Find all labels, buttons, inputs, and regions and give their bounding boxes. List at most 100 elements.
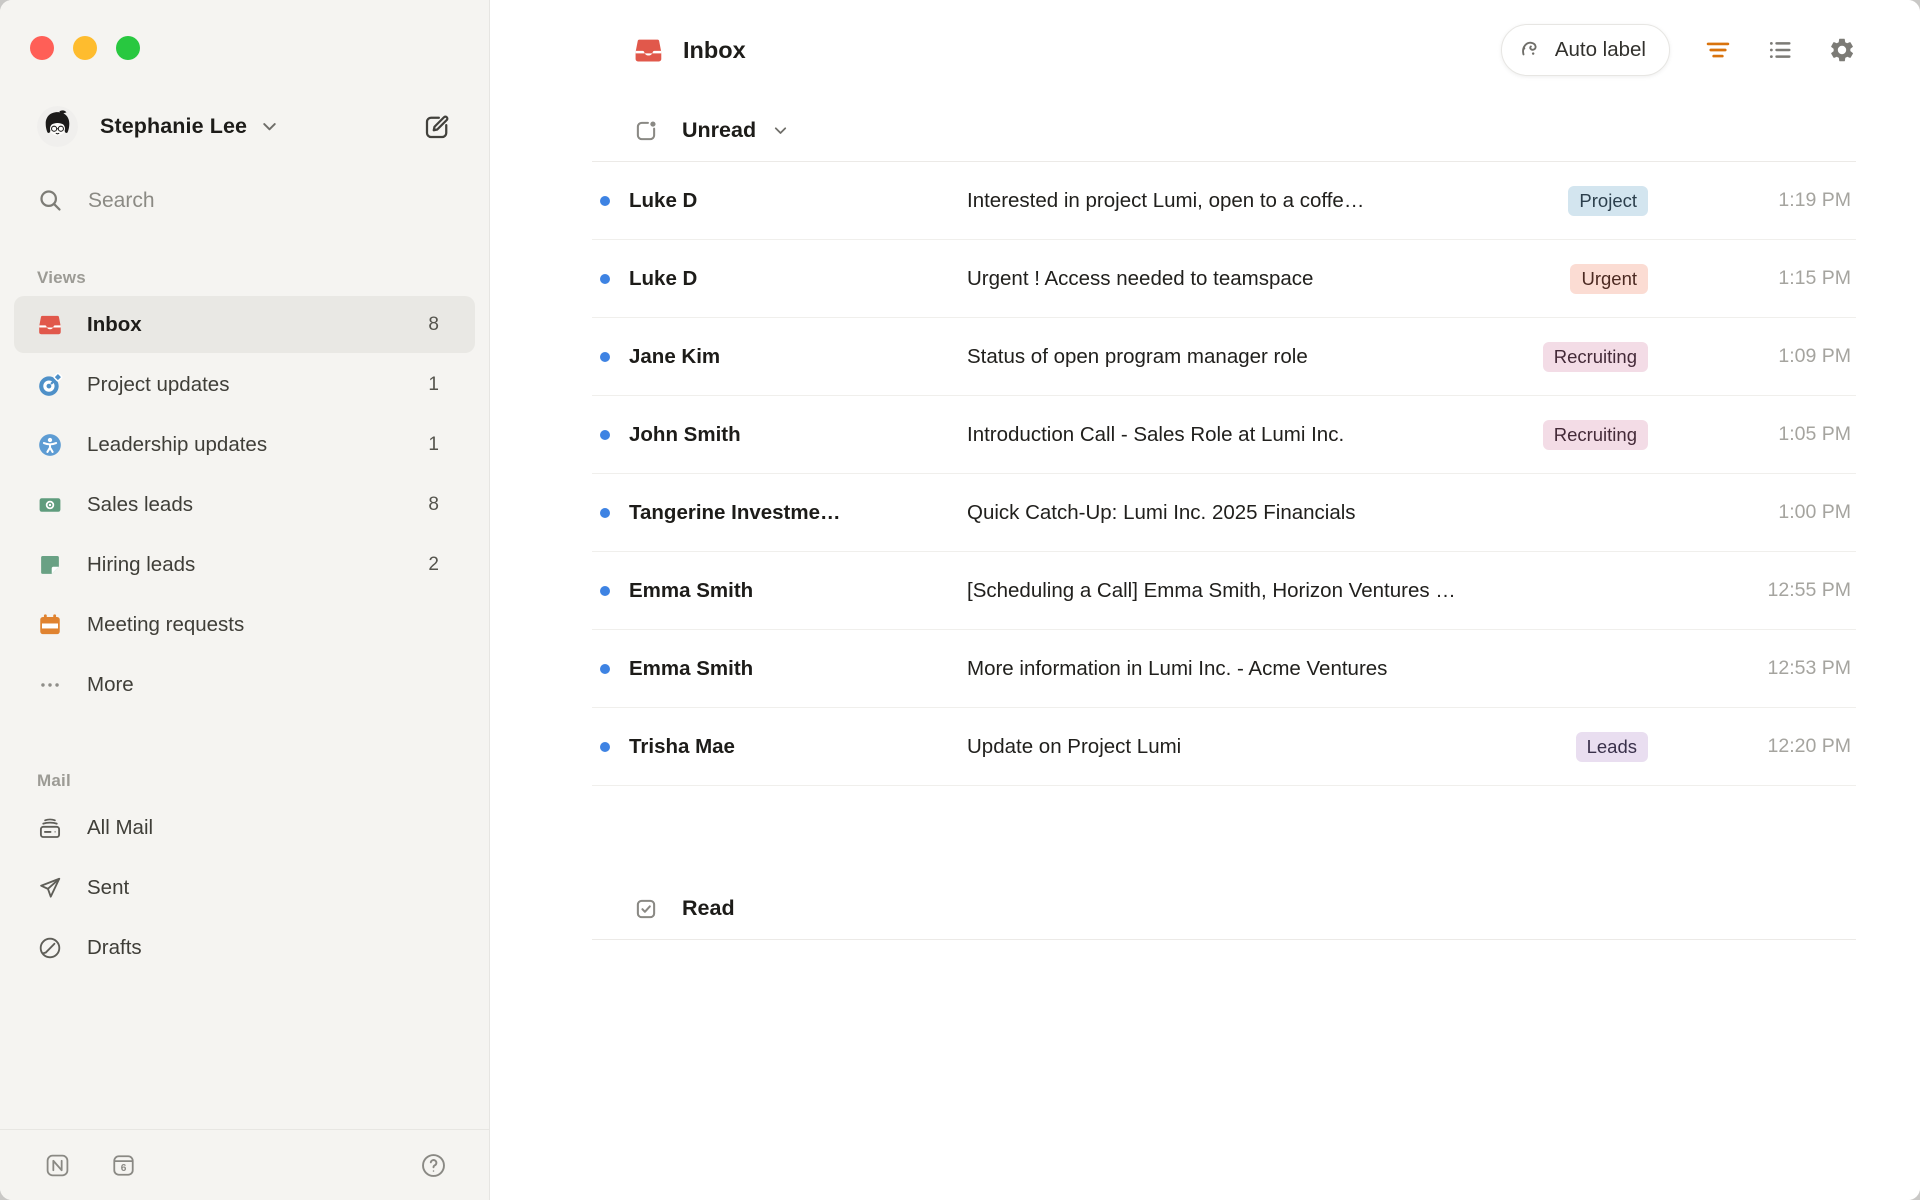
maximize-window-button[interactable] xyxy=(116,36,140,60)
compose-button[interactable] xyxy=(422,112,452,142)
email-row[interactable]: Tangerine Investme… Quick Catch-Up: Lumi … xyxy=(592,474,1856,552)
read-section-header[interactable]: Read xyxy=(592,878,1856,940)
email-time: 1:09 PM xyxy=(1778,345,1851,367)
email-tag-recruiting: Recruiting xyxy=(1542,341,1648,372)
email-time: 1:00 PM xyxy=(1778,501,1851,523)
unread-dot-icon xyxy=(600,195,610,206)
unread-count-badge: 1 xyxy=(428,373,439,395)
email-time: 1:15 PM xyxy=(1778,267,1851,289)
settings-gear-icon[interactable] xyxy=(1828,36,1856,64)
inbox-icon xyxy=(633,35,664,66)
auto-label-button[interactable]: Auto label xyxy=(1500,24,1670,76)
sidebar-item-more[interactable]: More xyxy=(14,656,475,713)
sidebar-item-label: Leadership updates xyxy=(87,432,268,456)
page-title: Inbox xyxy=(683,36,746,63)
unread-dot-icon xyxy=(600,273,610,284)
email-row[interactable]: Luke D Interested in project Lumi, open t… xyxy=(592,162,1856,240)
note-icon xyxy=(37,552,63,578)
email-row[interactable]: Emma Smith [Scheduling a Call] Emma Smith… xyxy=(592,552,1856,630)
sidebar-item-inbox[interactable]: Inbox 8 xyxy=(14,296,475,353)
sidebar-item-label: Meeting requests xyxy=(87,612,245,636)
unread-section-header[interactable]: Unread xyxy=(592,100,1856,162)
sidebar-item-label: Project updates xyxy=(87,372,230,396)
main-panel: Inbox Auto label Unread Luke D Interested… xyxy=(490,0,1920,1200)
sidebar-item-leadership-updates[interactable]: Leadership updates 1 xyxy=(14,416,475,473)
sidebar-item-label: Inbox xyxy=(87,312,142,336)
email-row[interactable]: Emma Smith More information in Lumi Inc. … xyxy=(592,630,1856,708)
chevron-down-icon xyxy=(259,116,280,137)
email-sender: Luke D xyxy=(629,266,698,290)
email-subject: Urgent ! Access needed to teamspace xyxy=(967,266,1314,290)
email-row[interactable]: Jane Kim Status of open program manager r… xyxy=(592,318,1856,396)
section-label-mail: Mail xyxy=(37,771,71,790)
sidebar-item-hiring-leads[interactable]: Hiring leads 2 xyxy=(14,536,475,593)
calendar-day-icon[interactable]: 6 xyxy=(110,1152,137,1179)
unread-count-badge: 8 xyxy=(428,493,439,515)
mail-app-window: Stephanie Lee Search Views Inbox 8 Project … xyxy=(0,0,1920,1200)
sidebar-item-sales-leads[interactable]: Sales leads 8 xyxy=(14,476,475,533)
email-subject: [Scheduling a Call] Emma Smith, Horizon … xyxy=(967,578,1456,602)
email-time: 12:55 PM xyxy=(1767,579,1851,601)
read-checkbox-icon xyxy=(633,896,659,922)
email-sender: Luke D xyxy=(629,188,698,212)
email-tag-leads: Leads xyxy=(1575,731,1648,762)
email-row[interactable]: John Smith Introduction Call - Sales Role… xyxy=(592,396,1856,474)
unread-dot-icon xyxy=(600,663,610,674)
sidebar-item-project-updates[interactable]: Project updates 1 xyxy=(14,356,475,413)
minimize-window-button[interactable] xyxy=(73,36,97,60)
sidebar: Stephanie Lee Search Views Inbox 8 Project … xyxy=(0,0,490,1200)
unread-icon xyxy=(633,118,659,144)
unread-dot-icon xyxy=(600,351,610,362)
email-row[interactable]: Trisha Mae Update on Project Lumi Leads 12:… xyxy=(592,708,1856,786)
sidebar-item-drafts[interactable]: Drafts xyxy=(14,919,475,976)
email-row[interactable]: Luke D Urgent ! Access needed to teamspac… xyxy=(592,240,1856,318)
filter-icon[interactable] xyxy=(1704,36,1732,64)
sidebar-footer: 6 xyxy=(0,1129,489,1200)
email-tag-project: Project xyxy=(1568,185,1648,216)
sidebar-item-label: Drafts xyxy=(87,935,142,959)
sidebar-item-meeting-requests[interactable]: Meeting requests xyxy=(14,596,475,653)
email-subject: Quick Catch-Up: Lumi Inc. 2025 Financial… xyxy=(967,500,1356,524)
sidebar-item-sent[interactable]: Sent xyxy=(14,859,475,916)
email-subject: More information in Lumi Inc. - Acme Ven… xyxy=(967,656,1388,680)
cash-icon xyxy=(37,492,63,518)
email-time: 12:53 PM xyxy=(1767,657,1851,679)
account-switcher[interactable]: Stephanie Lee xyxy=(37,106,452,147)
unread-count-badge: 2 xyxy=(428,553,439,575)
email-subject: Update on Project Lumi xyxy=(967,734,1182,758)
sidebar-item-label: Sales leads xyxy=(87,492,193,516)
help-icon[interactable] xyxy=(420,1152,447,1179)
avatar xyxy=(37,106,78,147)
unread-count-badge: 8 xyxy=(428,313,439,335)
list-view-icon[interactable] xyxy=(1766,36,1794,64)
ellipsis-icon xyxy=(37,672,63,698)
email-sender: Trisha Mae xyxy=(629,734,735,758)
unread-label: Unread xyxy=(682,118,757,142)
all-mail-icon xyxy=(37,815,63,841)
email-time: 1:19 PM xyxy=(1778,189,1851,211)
chevron-down-icon xyxy=(771,121,790,140)
sidebar-item-label: Hiring leads xyxy=(87,552,196,576)
unread-count-badge: 1 xyxy=(428,433,439,455)
notion-logo-icon[interactable] xyxy=(44,1152,71,1179)
person-icon xyxy=(37,432,63,458)
svg-text:6: 6 xyxy=(121,1162,127,1173)
email-sender: Emma Smith xyxy=(629,656,754,680)
sidebar-item-label: All Mail xyxy=(87,815,154,839)
unread-dot-icon xyxy=(600,585,610,596)
email-sender: John Smith xyxy=(629,422,741,446)
email-time: 12:20 PM xyxy=(1767,735,1851,757)
target-icon xyxy=(37,372,63,398)
email-sender: Emma Smith xyxy=(629,578,754,602)
email-sender: Tangerine Investme… xyxy=(629,500,841,524)
sidebar-item-all-mail[interactable]: All Mail xyxy=(14,799,475,856)
unread-dot-icon xyxy=(600,741,610,752)
email-time: 1:05 PM xyxy=(1778,423,1851,445)
calendar-icon xyxy=(37,612,63,638)
sent-icon xyxy=(37,875,63,901)
unread-dot-icon xyxy=(600,429,610,440)
search-icon xyxy=(37,187,64,214)
email-tag-recruiting: Recruiting xyxy=(1542,419,1648,450)
close-window-button[interactable] xyxy=(30,36,54,60)
search-button[interactable]: Search xyxy=(37,187,452,214)
